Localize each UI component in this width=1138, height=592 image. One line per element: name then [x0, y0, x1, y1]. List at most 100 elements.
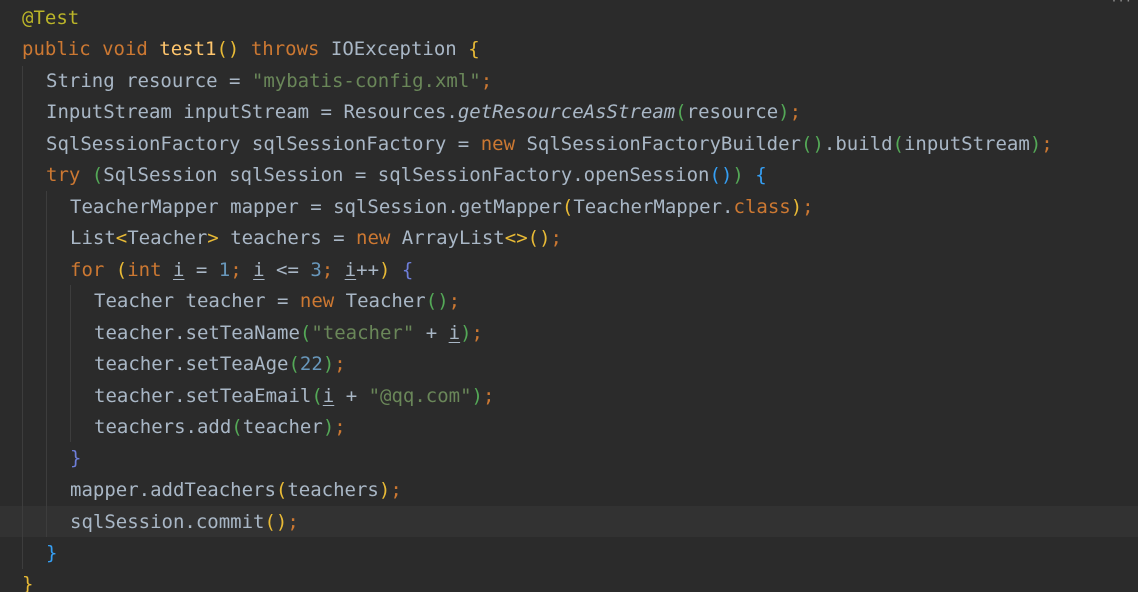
code-token: + [414, 322, 449, 344]
code-token: new [356, 227, 402, 249]
code-token: ) [790, 196, 803, 218]
code-token: { [755, 164, 767, 186]
code-line-17[interactable]: sqlSession.commit(); [70, 507, 299, 538]
code-token: SqlSession [103, 164, 230, 186]
code-token: ( [115, 259, 128, 281]
code-line-10[interactable]: Teacher teacher = new Teacher(); [94, 286, 460, 317]
code-token: for [70, 259, 116, 281]
code-line-11[interactable]: teacher.setTeaName("teacher" + i); [94, 318, 483, 349]
code-token: } [46, 542, 58, 564]
code-line-18[interactable]: } [46, 538, 57, 569]
code-line-4[interactable]: InputStream inputStream = Resources.getR… [46, 97, 801, 128]
code-token: ) [471, 385, 483, 407]
code-token: > [207, 227, 219, 249]
code-line-3[interactable]: String resource = "mybatis-config.xml"; [46, 66, 492, 97]
code-token: ; [334, 416, 346, 438]
code-token: ; [789, 101, 802, 123]
code-token: mapper.addTeachers [70, 479, 276, 501]
code-token: Teacher [94, 290, 186, 312]
code-token: mapper = sqlSession.getMapper [230, 196, 562, 218]
code-token: + [334, 385, 369, 407]
code-line-19[interactable]: } [22, 569, 33, 592]
code-token: IOException [330, 38, 469, 60]
code-line-15[interactable]: } [70, 443, 81, 474]
code-token: teacher = [185, 290, 300, 312]
code-token: ( [892, 133, 904, 155]
code-token: ; [390, 479, 402, 501]
code-token: <> [504, 227, 528, 249]
code-line-8[interactable]: List<Teacher> teachers = new ArrayList<>… [70, 223, 562, 254]
code-line-9[interactable]: for (int i = 1; i <= 3; i++) { [70, 255, 413, 286]
code-token: } [22, 573, 34, 592]
code-token: () [264, 511, 288, 533]
code-token: } [70, 447, 82, 469]
code-line-16[interactable]: mapper.addTeachers(teachers); [70, 475, 402, 506]
editor-corner-indicator: ··· [1110, 0, 1132, 8]
code-token: ) [732, 164, 744, 186]
code-token: Teacher [127, 227, 208, 249]
code-token: 3 [310, 259, 322, 281]
loop-variable-token: i [253, 259, 265, 281]
code-token: teachers = [218, 227, 357, 249]
code-token: inputStream [903, 133, 1030, 155]
code-token: @Test [22, 7, 80, 29]
code-token: List [70, 227, 116, 249]
code-token: ; [471, 322, 483, 344]
code-line-13[interactable]: teacher.setTeaEmail(i + "@qq.com"); [94, 381, 494, 412]
code-token: ; [321, 259, 345, 281]
code-token: ) [1029, 133, 1042, 155]
code-token: ) [322, 416, 335, 438]
code-token: teacher.setTeaName [94, 322, 300, 344]
indent-guide-try-block [46, 191, 47, 537]
code-token: resource [686, 101, 779, 123]
code-line-1[interactable]: @Test [22, 3, 79, 34]
code-token: SqlSessionFactory [46, 133, 252, 155]
code-line-5[interactable]: SqlSessionFactory sqlSessionFactory = ne… [46, 129, 1053, 160]
code-token: TeacherMapper. [573, 196, 734, 218]
code-token: "mybatis-config.xml" [251, 70, 481, 92]
code-token: "teacher" [311, 322, 415, 344]
code-editor[interactable]: ··· @Test public void test1() throws IOE… [0, 0, 1138, 592]
code-token: teachers [287, 479, 379, 501]
code-token: ) [322, 353, 335, 375]
code-token: sqlSession.commit [70, 511, 265, 533]
code-line-7[interactable]: TeacherMapper mapper = sqlSession.getMap… [70, 192, 814, 223]
code-token: ) [379, 259, 391, 281]
code-token: 1 [218, 259, 231, 281]
code-token: () [801, 133, 824, 155]
loop-variable-token: i [172, 259, 185, 281]
code-token: ( [231, 416, 243, 438]
code-token: 22 [299, 353, 323, 375]
code-token: < [115, 227, 128, 249]
code-token: int [127, 259, 173, 281]
code-token: <= [264, 259, 311, 281]
indent-guide-method-body [22, 66, 23, 569]
code-token: TeacherMapper [70, 196, 231, 218]
code-line-2[interactable]: public void test1() throws IOException { [22, 34, 480, 65]
code-token: ; [230, 259, 254, 281]
code-token: teacher [242, 416, 323, 438]
code-token: ; [480, 70, 493, 92]
code-token: SqlSessionFactoryBuilder [526, 133, 801, 155]
code-line-12[interactable]: teacher.setTeaAge(22); [94, 349, 346, 380]
code-token: ++ [356, 259, 380, 281]
code-token: ( [275, 479, 288, 501]
code-token: ; [334, 353, 346, 375]
code-token: Teacher [345, 290, 426, 312]
code-token: throws [250, 38, 331, 60]
code-token: ( [561, 196, 574, 218]
code-token: .build [823, 133, 893, 155]
code-token: () [425, 290, 449, 312]
code-token: sqlSessionFactory = [251, 133, 481, 155]
code-line-14[interactable]: teachers.add(teacher); [94, 412, 346, 443]
code-token: teacher.setTeaAge [94, 353, 289, 375]
code-token: () [709, 164, 733, 186]
code-token: InputStream [46, 101, 184, 123]
code-line-6[interactable]: try (SqlSession sqlSession = sqlSessionF… [46, 160, 767, 191]
code-token: ) [778, 101, 790, 123]
code-token: ( [299, 322, 312, 344]
code-token: ( [91, 164, 104, 186]
